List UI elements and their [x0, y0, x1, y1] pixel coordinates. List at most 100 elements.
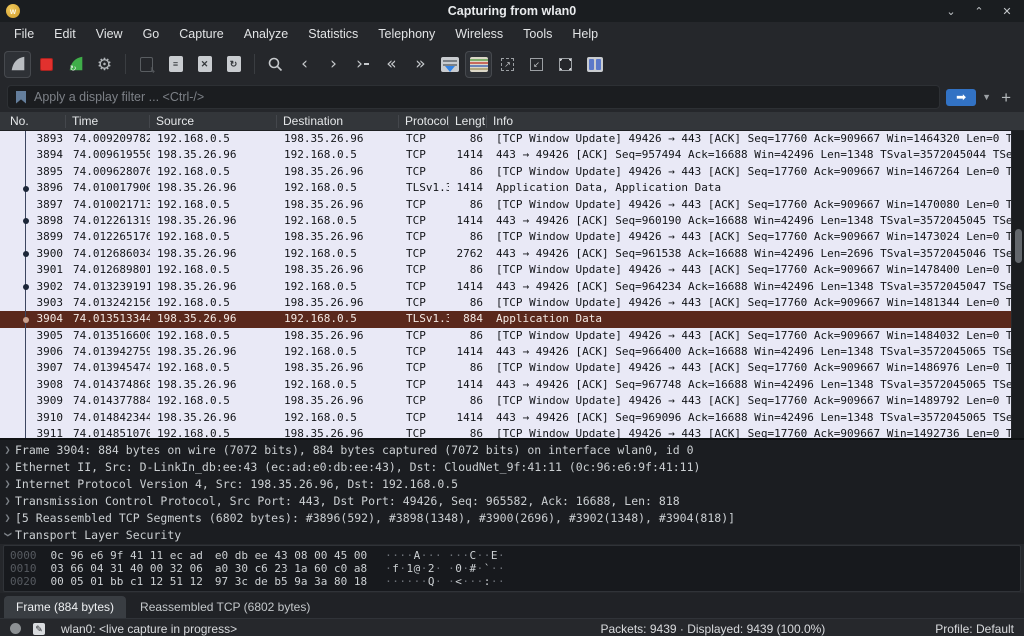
packet-row-3910[interactable]: 391074.014842344198.35.26.96192.168.0.5T… — [0, 410, 1011, 426]
chevron-right-icon[interactable]: ❯ — [0, 513, 15, 524]
hex-row-0000[interactable]: 00000c 96 e6 9f 41 11 ec ade0 db ee 43 0… — [10, 549, 1014, 562]
save-file-button[interactable]: ≡ — [162, 51, 189, 78]
menu-item-tools[interactable]: Tools — [513, 24, 562, 44]
bookmark-icon[interactable] — [16, 91, 26, 104]
expert-info-icon[interactable] — [10, 623, 21, 634]
detail-line-5[interactable]: ❯Transport Layer Security — [0, 526, 1024, 543]
start-capture-button[interactable] — [4, 51, 31, 78]
source-cell: 192.168.0.5 — [150, 164, 277, 180]
packet-row-3905[interactable]: 390574.013516600192.168.0.5198.35.26.96T… — [0, 328, 1011, 344]
last-packet-button[interactable]: » — [407, 51, 434, 78]
detail-line-4[interactable]: ❯[5 Reassembled TCP Segments (6802 bytes… — [0, 510, 1024, 527]
ascii-bytes: ···C··E· — [448, 549, 505, 562]
capture-comment-icon[interactable]: ✎ — [33, 623, 45, 635]
hex-row-0010[interactable]: 001003 66 04 31 40 00 32 06a0 30 c6 23 1… — [10, 562, 1014, 575]
protocol-cell: TCP — [399, 131, 449, 147]
double-chevron-right-icon: » — [415, 56, 425, 73]
no-cell: 3907 — [0, 360, 66, 376]
normal-size-button[interactable] — [552, 51, 579, 78]
column-header-protocol[interactable]: Protocol — [399, 115, 449, 128]
packet-row-3906[interactable]: 390674.013942759198.35.26.96192.168.0.5T… — [0, 344, 1011, 360]
find-packet-button[interactable] — [262, 51, 289, 78]
column-header-destination[interactable]: Destination — [277, 115, 399, 128]
resize-columns-button[interactable] — [581, 51, 608, 78]
packet-row-3893[interactable]: 389374.009209782192.168.0.5198.35.26.96T… — [0, 131, 1011, 147]
packet-row-3894[interactable]: 389474.009619550198.35.26.96192.168.0.5T… — [0, 147, 1011, 163]
packet-row-3896[interactable]: 389674.010017906198.35.26.96192.168.0.5T… — [0, 180, 1011, 196]
detail-line-2[interactable]: ❯Internet Protocol Version 4, Src: 198.3… — [0, 476, 1024, 493]
packet-row-3908[interactable]: 390874.014374868198.35.26.96192.168.0.5T… — [0, 377, 1011, 393]
zoom-in-button[interactable]: ↗ — [494, 51, 521, 78]
capture-options-button[interactable]: ⚙ — [91, 51, 118, 78]
restart-capture-button[interactable]: ↻ — [62, 51, 89, 78]
hex-row-0020[interactable]: 002000 05 01 bb c1 12 51 1297 3c de b5 9… — [10, 575, 1014, 588]
time-cell: 74.013513344 — [66, 311, 150, 327]
profile-text[interactable]: Profile: Default — [935, 622, 1014, 636]
filter-dropdown-caret[interactable]: ▼ — [982, 92, 991, 102]
length-cell: 86 — [449, 262, 487, 278]
column-header-lengt[interactable]: Lengt — [449, 115, 487, 128]
close-button[interactable]: ✕ — [1000, 5, 1014, 18]
packet-row-3907[interactable]: 390774.013945474192.168.0.5198.35.26.96T… — [0, 360, 1011, 376]
colorize-packets-button[interactable] — [465, 51, 492, 78]
source-cell: 192.168.0.5 — [150, 197, 277, 213]
go-back-button[interactable]: ‹ — [291, 51, 318, 78]
detail-line-1[interactable]: ❯Ethernet II, Src: D-LinkIn_db:ee:43 (ec… — [0, 459, 1024, 476]
display-filter-field[interactable] — [7, 85, 940, 109]
menu-item-statistics[interactable]: Statistics — [298, 24, 368, 44]
stop-capture-button[interactable] — [33, 51, 60, 78]
time-cell: 74.014842344 — [66, 410, 150, 426]
menu-item-view[interactable]: View — [86, 24, 133, 44]
go-forward-button[interactable]: › — [320, 51, 347, 78]
chevron-right-icon[interactable]: ❯ — [0, 496, 15, 507]
chevron-right-icon[interactable]: ❯ — [0, 462, 15, 473]
info-cell: [TCP Window Update] 49426 → 443 [ACK] Se… — [487, 131, 1011, 147]
menu-item-edit[interactable]: Edit — [44, 24, 86, 44]
column-header-source[interactable]: Source — [150, 115, 277, 128]
packet-row-3895[interactable]: 389574.009628076192.168.0.5198.35.26.96T… — [0, 164, 1011, 180]
close-file-button[interactable]: ✕ — [191, 51, 218, 78]
column-header-no[interactable]: No. — [0, 115, 66, 128]
auto-scroll-button[interactable] — [436, 51, 463, 78]
packet-row-3899[interactable]: 389974.012265176192.168.0.5198.35.26.96T… — [0, 229, 1011, 245]
menu-item-go[interactable]: Go — [133, 24, 170, 44]
display-filter-input[interactable] — [34, 90, 939, 104]
packet-row-3901[interactable]: 390174.012689801192.168.0.5198.35.26.96T… — [0, 262, 1011, 278]
packet-row-3898[interactable]: 389874.012261319198.35.26.96192.168.0.5T… — [0, 213, 1011, 229]
chevron-down-icon[interactable]: ❯ — [2, 527, 13, 542]
minimize-button[interactable]: ⌄ — [944, 5, 958, 18]
packet-list-scrollbar[interactable] — [1011, 131, 1024, 438]
chevron-right-icon[interactable]: ❯ — [0, 479, 15, 490]
packet-row-3902[interactable]: 390274.013239191198.35.26.96192.168.0.5T… — [0, 279, 1011, 295]
menu-item-analyze[interactable]: Analyze — [234, 24, 298, 44]
reload-file-button[interactable]: ↻ — [220, 51, 247, 78]
packet-row-3911[interactable]: 391174.014851070192.168.0.5198.35.26.96T… — [0, 426, 1011, 438]
menu-item-file[interactable]: File — [4, 24, 44, 44]
maximize-button[interactable]: ⌃ — [972, 5, 986, 18]
menu-item-capture[interactable]: Capture — [169, 24, 233, 44]
add-filter-button[interactable]: + — [1001, 89, 1011, 106]
detail-line-0[interactable]: ❯Frame 3904: 884 bytes on wire (7072 bit… — [0, 442, 1024, 459]
packet-row-3897[interactable]: 389774.010021713192.168.0.5198.35.26.96T… — [0, 197, 1011, 213]
byte-tab-frame-884-bytes-[interactable]: Frame (884 bytes) — [4, 596, 126, 618]
hex-offset: 0020 — [10, 575, 37, 588]
menu-item-wireless[interactable]: Wireless — [445, 24, 513, 44]
packet-row-3903[interactable]: 390374.013242156192.168.0.5198.35.26.96T… — [0, 295, 1011, 311]
zoom-out-button[interactable]: ↙ — [523, 51, 550, 78]
detail-text: Transport Layer Security — [15, 528, 181, 542]
menu-item-telephony[interactable]: Telephony — [368, 24, 445, 44]
menu-item-help[interactable]: Help — [562, 24, 608, 44]
open-file-button[interactable] — [133, 51, 160, 78]
apply-filter-button[interactable]: ➡ — [946, 89, 976, 106]
first-packet-button[interactable]: « — [378, 51, 405, 78]
byte-tab-reassembled-tcp-6802-bytes-[interactable]: Reassembled TCP (6802 bytes) — [128, 596, 322, 618]
column-header-info[interactable]: Info — [487, 115, 1024, 128]
packet-row-3904[interactable]: 390474.013513344198.35.26.96192.168.0.5T… — [0, 311, 1011, 327]
packet-row-3909[interactable]: 390974.014377884192.168.0.5198.35.26.96T… — [0, 393, 1011, 409]
packet-list-scrollbar-thumb[interactable] — [1015, 229, 1022, 263]
packet-row-3900[interactable]: 390074.012686034198.35.26.96192.168.0.5T… — [0, 246, 1011, 262]
chevron-right-icon[interactable]: ❯ — [0, 445, 15, 456]
column-header-time[interactable]: Time — [66, 115, 150, 128]
detail-line-3[interactable]: ❯Transmission Control Protocol, Src Port… — [0, 493, 1024, 510]
go-to-packet-button[interactable]: › — [349, 51, 376, 78]
